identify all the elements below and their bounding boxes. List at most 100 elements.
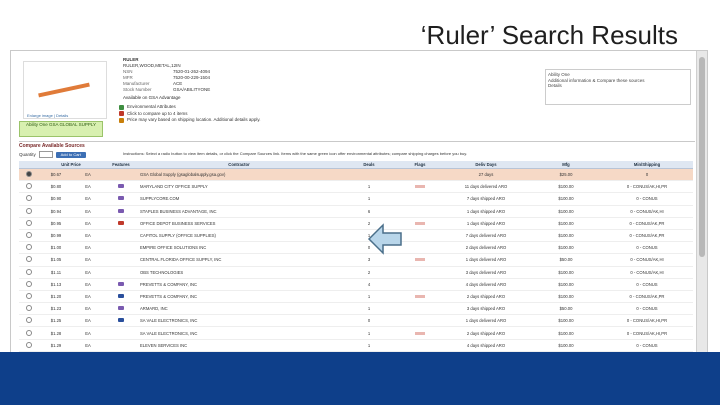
radio-button[interactable] <box>26 280 32 287</box>
row-radio[interactable] <box>19 253 39 267</box>
table-row[interactable]: $1.28 EA SA VALE ELECTRONICS, INC 1 2 days s… <box>19 326 693 340</box>
radio-button[interactable] <box>26 256 32 263</box>
radio-button[interactable] <box>26 305 32 312</box>
cell-delivery: 1 days shipped ARO <box>441 217 531 230</box>
cell-features <box>103 314 139 328</box>
row-radio[interactable] <box>19 278 39 291</box>
cell-flags <box>399 302 441 316</box>
radio-button[interactable] <box>26 219 32 226</box>
cell-contractor[interactable]: STAPLES BUSINESS ADVANTAGE, INC <box>139 205 339 218</box>
col-mfg[interactable]: Mfg <box>531 161 601 169</box>
row-radio[interactable] <box>19 290 39 304</box>
table-body: $0.67 EA GSA Global Supply (gsaglobalsuppl… <box>19 168 693 352</box>
cell-contractor[interactable]: SA VALE ELECTRONICS, INC <box>139 326 339 340</box>
col-min-shipping[interactable]: Min/Shipping <box>601 161 693 169</box>
cell-contractor[interactable]: MARYLAND CITY OFFICE SUPPLY <box>139 180 339 194</box>
cell-contractor[interactable]: ELEVEN SERVICES INC <box>139 339 339 352</box>
section-divider <box>19 141 695 142</box>
table-row[interactable]: $1.25 EA SA VALE ELECTRONICS, INC 0 1 days d… <box>19 314 693 328</box>
col-unit-price[interactable]: Unit Price <box>39 161 103 169</box>
cell-min-shipping: 0 - CONUS/AK,HI,PR <box>601 180 693 194</box>
radio-button[interactable] <box>26 232 32 239</box>
radio-button[interactable] <box>26 341 32 348</box>
radio-button[interactable] <box>26 244 32 251</box>
row-radio[interactable] <box>19 217 39 230</box>
table-row[interactable]: $0.95 EA OFFICE DEPOT BUSINESS SERVICES 2 1 … <box>19 217 693 230</box>
cell-price: $0.95 <box>39 217 73 230</box>
cell-contractor[interactable]: GSA Global Supply (gsaglobalsupply.gsa.g… <box>139 168 339 182</box>
table-row[interactable]: $1.00 EA EMPIRE OFFICE SOLUTIONS INC 0 2 day… <box>19 241 693 255</box>
radio-button[interactable] <box>26 268 32 275</box>
table-row[interactable]: $0.90 EA SUPPLYCORE.COM 1 7 days shipped ARO… <box>19 192 693 206</box>
row-radio[interactable] <box>19 192 39 206</box>
cell-min-shipping: 0 - CONUS/AK,PR <box>601 217 693 230</box>
cell-contractor[interactable]: SA VALE ELECTRONICS, INC <box>139 314 339 328</box>
table-row[interactable]: $1.23 EA ARMARD, INC 1 3 days shipped ARO $50… <box>19 302 693 316</box>
table-row[interactable]: $0.94 EA STAPLES BUSINESS ADVANTAGE, INC 6 1… <box>19 205 693 218</box>
cell-contractor[interactable]: OFFICE DEPOT BUSINESS SERVICES <box>139 217 339 230</box>
product-image[interactable] <box>23 61 107 119</box>
cell-unit: EA <box>73 241 103 255</box>
row-radio[interactable] <box>19 266 39 279</box>
radio-button[interactable] <box>26 171 32 178</box>
cell-min-shipping: 0 - CONUS/AK,HI,PR <box>601 314 693 328</box>
row-radio[interactable] <box>19 180 39 194</box>
radio-button[interactable] <box>26 207 32 214</box>
cell-contractor[interactable]: PREVETTS & COMPANY, INC <box>139 290 339 304</box>
cell-mfg: $100.00 <box>531 180 601 194</box>
row-radio[interactable] <box>19 168 39 182</box>
radio-button[interactable] <box>26 329 32 336</box>
cell-unit: EA <box>73 205 103 218</box>
col-features[interactable]: Features <box>103 161 139 169</box>
table-row[interactable]: $0.67 EA GSA Global Supply (gsaglobalsuppl… <box>19 168 693 182</box>
table-row[interactable]: $1.20 EA PREVETTS & COMPANY, INC 1 2 days sh… <box>19 290 693 304</box>
table-row[interactable]: $1.29 EA ELEVEN SERVICES INC 1 4 days shippe… <box>19 339 693 352</box>
cell-delivery: 1 days shipped ARO <box>441 205 531 218</box>
cell-contractor[interactable]: SUPPLYCORE.COM <box>139 192 339 206</box>
quantity-input[interactable] <box>38 151 53 158</box>
col-delivery[interactable]: Deliv Days <box>441 161 531 169</box>
row-radio[interactable] <box>19 241 39 255</box>
row-radio[interactable] <box>19 314 39 328</box>
scrollbar-thumb[interactable] <box>699 57 705 257</box>
vertical-scrollbar[interactable] <box>696 51 707 353</box>
table-row[interactable]: $0.99 EA CAPITOL SUPPLY (OFFICE SUPPLIES) 1… <box>19 229 693 243</box>
table-row[interactable]: $0.80 EA MARYLAND CITY OFFICE SUPPLY 1 11 da… <box>19 180 693 194</box>
cell-min-shipping: 0 - CONUS/AK,HI <box>601 205 693 218</box>
table-row[interactable]: $1.13 EA PREVETTS & COMPANY, INC 4 4 days de… <box>19 278 693 291</box>
cell-price: $1.25 <box>39 314 73 328</box>
cell-unit: EA <box>73 278 103 291</box>
cell-contractor[interactable]: CENTRAL FLORIDA OFFICE SUPPLY, INC <box>139 253 339 267</box>
row-radio[interactable] <box>19 229 39 243</box>
row-radio[interactable] <box>19 326 39 340</box>
cell-flags <box>399 339 441 352</box>
col-flags[interactable]: Flags <box>399 161 441 169</box>
add-to-cart-button[interactable]: Add to Cart <box>55 151 86 158</box>
radio-button[interactable] <box>26 317 32 324</box>
row-radio[interactable] <box>19 205 39 218</box>
cell-contractor[interactable]: PREVETTS & COMPANY, INC <box>139 278 339 291</box>
cell-contractor[interactable]: EMPIRE OFFICE SOLUTIONS INC <box>139 241 339 255</box>
row-radio[interactable] <box>19 339 39 352</box>
cell-deals: 0 <box>339 314 399 328</box>
col-deals[interactable]: Deals <box>339 161 399 169</box>
enlarge-image-link[interactable]: Enlarge image | Details <box>27 113 68 118</box>
cell-contractor[interactable]: ARMARD, INC <box>139 302 339 316</box>
detail-value: GSA/ABILITYONE <box>173 87 211 92</box>
cell-mfg: $100.00 <box>531 278 601 291</box>
cell-contractor[interactable]: OBS TECHNOLOGIES <box>139 266 339 279</box>
star-icon <box>119 117 124 123</box>
cell-deals: 1 <box>339 302 399 316</box>
cell-min-shipping: 0 - CONUS/AK,HI <box>601 253 693 267</box>
table-row[interactable]: $1.11 EA OBS TECHNOLOGIES 2 3 days delivered… <box>19 266 693 279</box>
detail-row: Stock Number GSA/ABILITYONE <box>123 87 433 93</box>
table-row[interactable]: $1.05 EA CENTRAL FLORIDA OFFICE SUPPLY, IN… <box>19 253 693 267</box>
radio-button[interactable] <box>26 183 32 190</box>
cell-mfg: $100.00 <box>531 314 601 328</box>
radio-button[interactable] <box>26 292 32 299</box>
cell-contractor[interactable]: CAPITOL SUPPLY (OFFICE SUPPLIES) <box>139 229 339 243</box>
cell-delivery: 4 days shipped ARO <box>441 339 531 352</box>
col-contractor[interactable]: Contractor <box>139 161 339 169</box>
radio-button[interactable] <box>26 195 32 202</box>
row-radio[interactable] <box>19 302 39 316</box>
